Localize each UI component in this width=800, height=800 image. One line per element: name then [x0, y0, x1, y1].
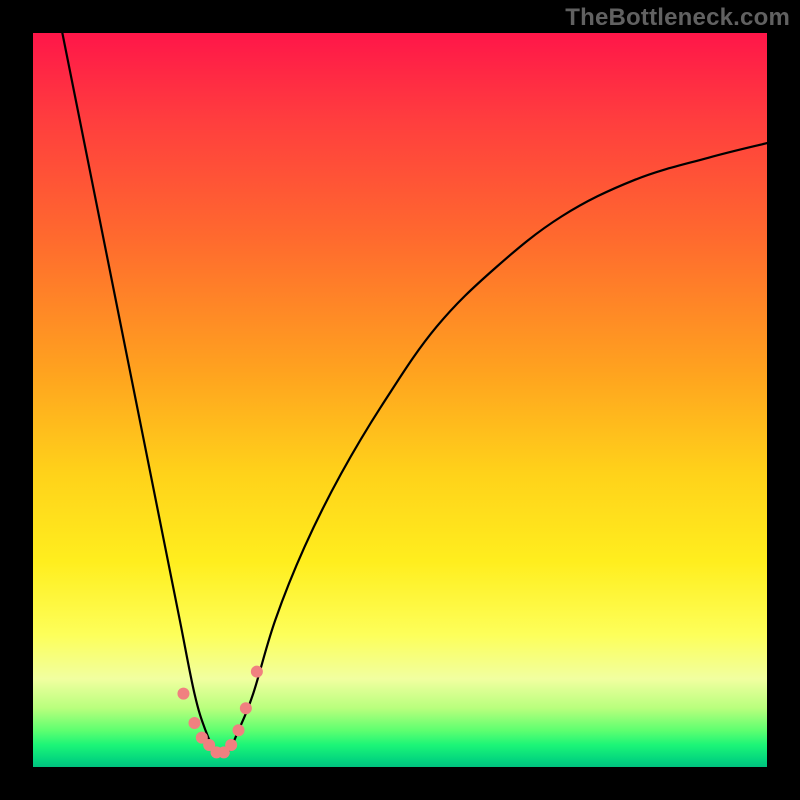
trough-marker	[225, 739, 237, 751]
trough-marker	[233, 724, 245, 736]
curve-svg	[33, 33, 767, 767]
trough-markers	[177, 666, 262, 759]
watermark-text: TheBottleneck.com	[565, 4, 790, 32]
trough-marker	[188, 717, 200, 729]
bottleneck-curve	[62, 33, 767, 755]
trough-marker	[240, 702, 252, 714]
trough-marker	[251, 666, 263, 678]
plot-area	[33, 33, 767, 767]
trough-marker	[177, 688, 189, 700]
chart-frame: TheBottleneck.com	[0, 0, 800, 800]
